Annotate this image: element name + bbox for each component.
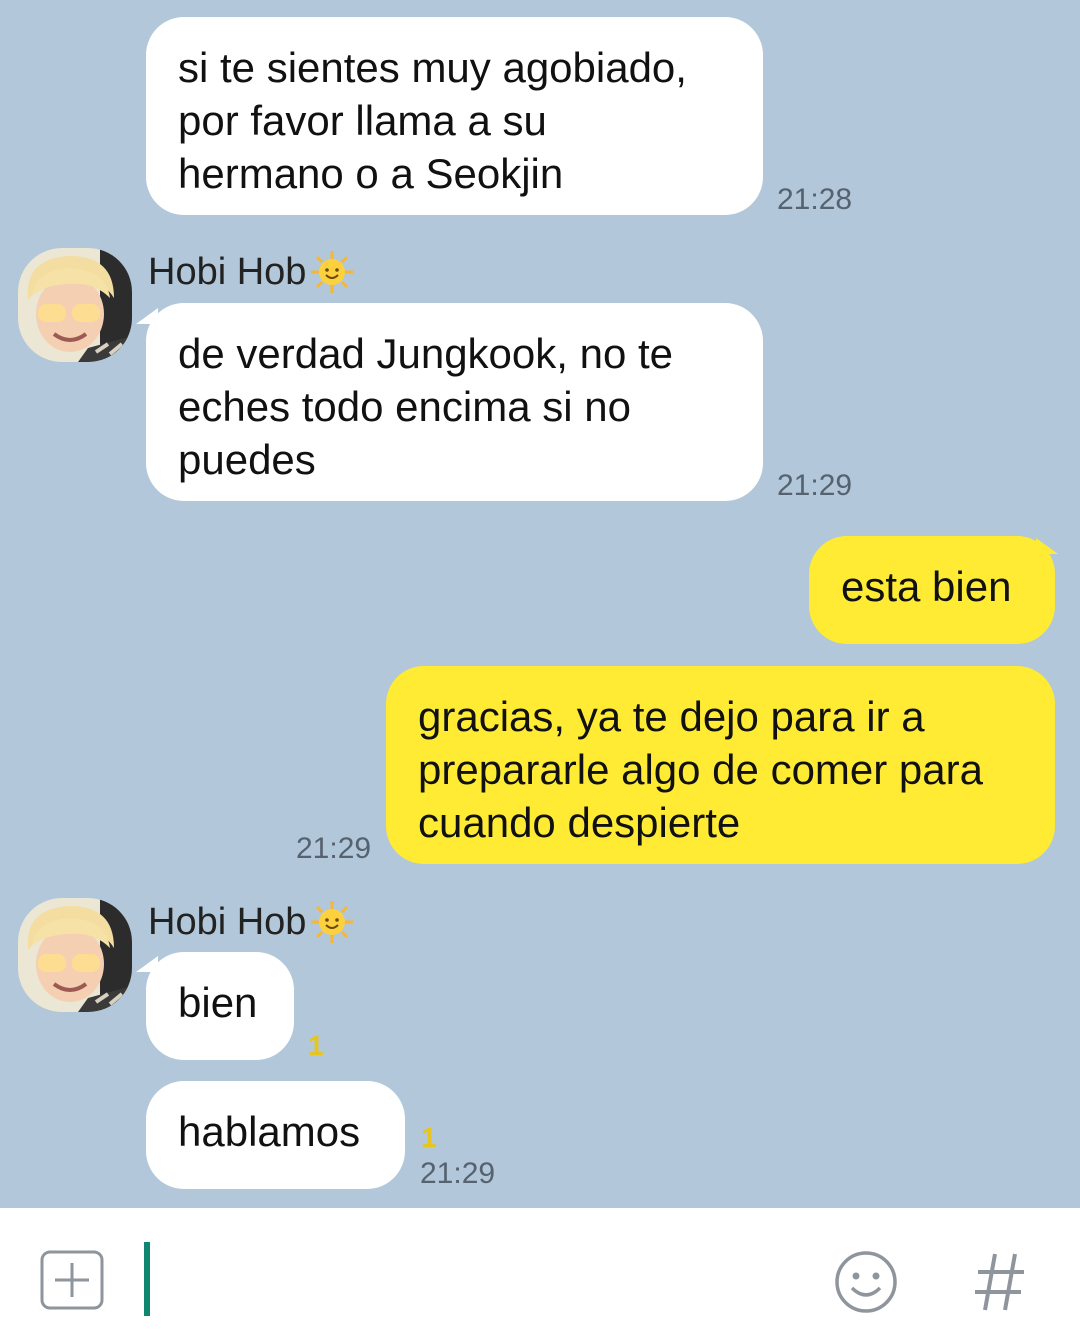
sender-name-text: Hobi Hob	[148, 900, 307, 943]
chat-area[interactable]: si te sientes muy agobiado, por favor ll…	[0, 0, 1080, 1208]
plus-box-icon	[40, 1250, 104, 1310]
sun-emoji-icon	[311, 901, 354, 943]
avatar[interactable]	[18, 248, 132, 362]
text-cursor	[144, 1242, 150, 1316]
message-input-bar	[0, 1208, 1080, 1338]
message-input[interactable]	[130, 1228, 810, 1320]
message-bubble-incoming[interactable]: hablamos	[146, 1081, 405, 1189]
message-bubble-outgoing[interactable]: esta bien	[809, 536, 1055, 644]
message-bubble-incoming[interactable]: bien	[146, 952, 294, 1060]
attach-button[interactable]	[40, 1250, 104, 1314]
message-bubble-outgoing[interactable]: gracias, ya te dejo para ir a prepararle…	[386, 666, 1055, 864]
unread-count: 1	[421, 1122, 437, 1153]
emoji-button[interactable]	[832, 1248, 900, 1316]
message-bubble-incoming[interactable]: de verdad Jungkook, no te eches todo enc…	[146, 303, 763, 501]
sender-name-text: Hobi Hob	[148, 250, 307, 293]
sender-name: Hobi Hob	[148, 250, 354, 294]
hashtag-button[interactable]	[968, 1248, 1032, 1316]
message-time: 21:29	[296, 832, 372, 865]
smiley-icon	[835, 1251, 897, 1313]
message-bubble-incoming[interactable]: si te sientes muy agobiado, por favor ll…	[146, 17, 763, 215]
message-time: 21:28	[777, 183, 853, 216]
message-time: 21:29	[420, 1157, 496, 1190]
sun-emoji-icon	[311, 251, 354, 293]
avatar[interactable]	[18, 898, 132, 1012]
hashtag-icon	[975, 1253, 1024, 1311]
message-time: 21:29	[777, 469, 853, 502]
sender-name: Hobi Hob	[148, 900, 354, 944]
unread-count: 1	[308, 1030, 324, 1061]
